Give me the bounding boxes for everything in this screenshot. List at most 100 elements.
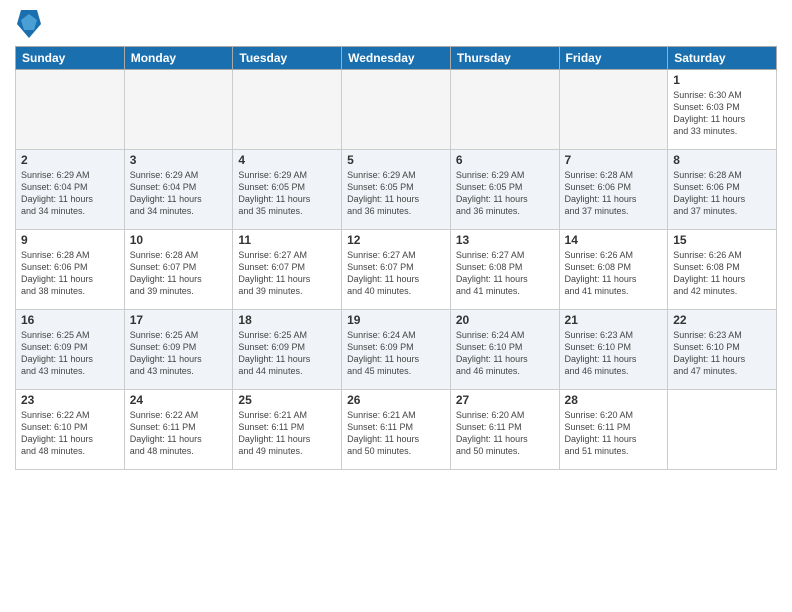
calendar-cell: 5 Sunrise: 6:29 AM Sunset: 6:05 PM Daylig…: [342, 150, 451, 230]
cell-info: Sunrise: 6:25 AM Sunset: 6:09 PM Dayligh…: [21, 329, 119, 378]
cell-info: Sunrise: 6:26 AM Sunset: 6:08 PM Dayligh…: [673, 249, 771, 298]
cell-info: Sunrise: 6:28 AM Sunset: 6:07 PM Dayligh…: [130, 249, 228, 298]
cell-info: Sunrise: 6:30 AM Sunset: 6:03 PM Dayligh…: [673, 89, 771, 138]
day-number: 12: [347, 233, 445, 247]
calendar-cell: [233, 70, 342, 150]
cell-info: Sunrise: 6:25 AM Sunset: 6:09 PM Dayligh…: [238, 329, 336, 378]
calendar-cell: 8 Sunrise: 6:28 AM Sunset: 6:06 PM Daylig…: [668, 150, 777, 230]
calendar-cell: 12 Sunrise: 6:27 AM Sunset: 6:07 PM Dayli…: [342, 230, 451, 310]
day-number: 3: [130, 153, 228, 167]
calendar-cell: 10 Sunrise: 6:28 AM Sunset: 6:07 PM Dayli…: [124, 230, 233, 310]
day-number: 19: [347, 313, 445, 327]
cell-info: Sunrise: 6:27 AM Sunset: 6:07 PM Dayligh…: [347, 249, 445, 298]
day-number: 28: [565, 393, 663, 407]
cell-info: Sunrise: 6:22 AM Sunset: 6:11 PM Dayligh…: [130, 409, 228, 458]
cell-info: Sunrise: 6:28 AM Sunset: 6:06 PM Dayligh…: [673, 169, 771, 218]
calendar-cell: 18Sunrise: 6:25 AM Sunset: 6:09 PM Dayli…: [233, 310, 342, 390]
day-number: 10: [130, 233, 228, 247]
weekday-friday: Friday: [559, 47, 668, 70]
cell-info: Sunrise: 6:29 AM Sunset: 6:04 PM Dayligh…: [21, 169, 119, 218]
calendar-cell: 21Sunrise: 6:23 AM Sunset: 6:10 PM Dayli…: [559, 310, 668, 390]
weekday-header-row: SundayMondayTuesdayWednesdayThursdayFrid…: [16, 47, 777, 70]
cell-info: Sunrise: 6:21 AM Sunset: 6:11 PM Dayligh…: [238, 409, 336, 458]
calendar-cell: 20 Sunrise: 6:24 AM Sunset: 6:10 PM Dayli…: [450, 310, 559, 390]
calendar-cell: [342, 70, 451, 150]
week-row-3: 9Sunrise: 6:28 AM Sunset: 6:06 PM Daylig…: [16, 230, 777, 310]
cell-info: Sunrise: 6:29 AM Sunset: 6:04 PM Dayligh…: [130, 169, 228, 218]
day-number: 15: [673, 233, 771, 247]
cell-info: Sunrise: 6:24 AM Sunset: 6:09 PM Dayligh…: [347, 329, 445, 378]
logo: [15, 10, 41, 38]
calendar-cell: [559, 70, 668, 150]
cell-info: Sunrise: 6:29 AM Sunset: 6:05 PM Dayligh…: [238, 169, 336, 218]
calendar-cell: [16, 70, 125, 150]
day-number: 17: [130, 313, 228, 327]
page: SundayMondayTuesdayWednesdayThursdayFrid…: [0, 0, 792, 612]
calendar: SundayMondayTuesdayWednesdayThursdayFrid…: [15, 46, 777, 470]
day-number: 14: [565, 233, 663, 247]
calendar-cell: 14 Sunrise: 6:26 AM Sunset: 6:08 PM Dayli…: [559, 230, 668, 310]
cell-info: Sunrise: 6:29 AM Sunset: 6:05 PM Dayligh…: [347, 169, 445, 218]
calendar-cell: 6 Sunrise: 6:29 AM Sunset: 6:05 PM Daylig…: [450, 150, 559, 230]
day-number: 11: [238, 233, 336, 247]
cell-info: Sunrise: 6:27 AM Sunset: 6:07 PM Dayligh…: [238, 249, 336, 298]
day-number: 8: [673, 153, 771, 167]
weekday-saturday: Saturday: [668, 47, 777, 70]
calendar-cell: 11 Sunrise: 6:27 AM Sunset: 6:07 PM Dayli…: [233, 230, 342, 310]
calendar-cell: 16 Sunrise: 6:25 AM Sunset: 6:09 PM Dayli…: [16, 310, 125, 390]
calendar-cell: [124, 70, 233, 150]
cell-info: Sunrise: 6:29 AM Sunset: 6:05 PM Dayligh…: [456, 169, 554, 218]
calendar-cell: 4 Sunrise: 6:29 AM Sunset: 6:05 PM Daylig…: [233, 150, 342, 230]
cell-info: Sunrise: 6:26 AM Sunset: 6:08 PM Dayligh…: [565, 249, 663, 298]
header: [15, 10, 777, 38]
calendar-cell: 24 Sunrise: 6:22 AM Sunset: 6:11 PM Dayli…: [124, 390, 233, 470]
calendar-cell: 17 Sunrise: 6:25 AM Sunset: 6:09 PM Dayli…: [124, 310, 233, 390]
week-row-5: 23 Sunrise: 6:22 AM Sunset: 6:10 PM Dayli…: [16, 390, 777, 470]
calendar-cell: 3 Sunrise: 6:29 AM Sunset: 6:04 PM Daylig…: [124, 150, 233, 230]
weekday-wednesday: Wednesday: [342, 47, 451, 70]
weekday-thursday: Thursday: [450, 47, 559, 70]
cell-info: Sunrise: 6:27 AM Sunset: 6:08 PM Dayligh…: [456, 249, 554, 298]
calendar-cell: 2 Sunrise: 6:29 AM Sunset: 6:04 PM Daylig…: [16, 150, 125, 230]
cell-info: Sunrise: 6:21 AM Sunset: 6:11 PM Dayligh…: [347, 409, 445, 458]
weekday-monday: Monday: [124, 47, 233, 70]
cell-info: Sunrise: 6:20 AM Sunset: 6:11 PM Dayligh…: [565, 409, 663, 458]
calendar-cell: 25 Sunrise: 6:21 AM Sunset: 6:11 PM Dayli…: [233, 390, 342, 470]
day-number: 2: [21, 153, 119, 167]
week-row-2: 2 Sunrise: 6:29 AM Sunset: 6:04 PM Daylig…: [16, 150, 777, 230]
cell-info: Sunrise: 6:22 AM Sunset: 6:10 PM Dayligh…: [21, 409, 119, 458]
day-number: 16: [21, 313, 119, 327]
day-number: 25: [238, 393, 336, 407]
calendar-cell: 1Sunrise: 6:30 AM Sunset: 6:03 PM Daylig…: [668, 70, 777, 150]
calendar-cell: [450, 70, 559, 150]
cell-info: Sunrise: 6:25 AM Sunset: 6:09 PM Dayligh…: [130, 329, 228, 378]
day-number: 9: [21, 233, 119, 247]
calendar-cell: 19 Sunrise: 6:24 AM Sunset: 6:09 PM Dayli…: [342, 310, 451, 390]
calendar-cell: 28 Sunrise: 6:20 AM Sunset: 6:11 PM Dayli…: [559, 390, 668, 470]
cell-info: Sunrise: 6:24 AM Sunset: 6:10 PM Dayligh…: [456, 329, 554, 378]
calendar-cell: 7Sunrise: 6:28 AM Sunset: 6:06 PM Daylig…: [559, 150, 668, 230]
calendar-cell: 22 Sunrise: 6:23 AM Sunset: 6:10 PM Dayli…: [668, 310, 777, 390]
calendar-cell: 15 Sunrise: 6:26 AM Sunset: 6:08 PM Dayli…: [668, 230, 777, 310]
calendar-cell: 27 Sunrise: 6:20 AM Sunset: 6:11 PM Dayli…: [450, 390, 559, 470]
calendar-cell: 13 Sunrise: 6:27 AM Sunset: 6:08 PM Dayli…: [450, 230, 559, 310]
day-number: 26: [347, 393, 445, 407]
day-number: 23: [21, 393, 119, 407]
day-number: 5: [347, 153, 445, 167]
day-number: 27: [456, 393, 554, 407]
day-number: 22: [673, 313, 771, 327]
calendar-cell: 23 Sunrise: 6:22 AM Sunset: 6:10 PM Dayli…: [16, 390, 125, 470]
cell-info: Sunrise: 6:23 AM Sunset: 6:10 PM Dayligh…: [673, 329, 771, 378]
cell-info: Sunrise: 6:20 AM Sunset: 6:11 PM Dayligh…: [456, 409, 554, 458]
day-number: 20: [456, 313, 554, 327]
weekday-sunday: Sunday: [16, 47, 125, 70]
cell-info: Sunrise: 6:28 AM Sunset: 6:06 PM Dayligh…: [565, 169, 663, 218]
calendar-cell: 26 Sunrise: 6:21 AM Sunset: 6:11 PM Dayli…: [342, 390, 451, 470]
day-number: 21: [565, 313, 663, 327]
day-number: 13: [456, 233, 554, 247]
day-number: 4: [238, 153, 336, 167]
week-row-4: 16 Sunrise: 6:25 AM Sunset: 6:09 PM Dayli…: [16, 310, 777, 390]
logo-icon: [17, 10, 41, 38]
day-number: 6: [456, 153, 554, 167]
day-number: 24: [130, 393, 228, 407]
